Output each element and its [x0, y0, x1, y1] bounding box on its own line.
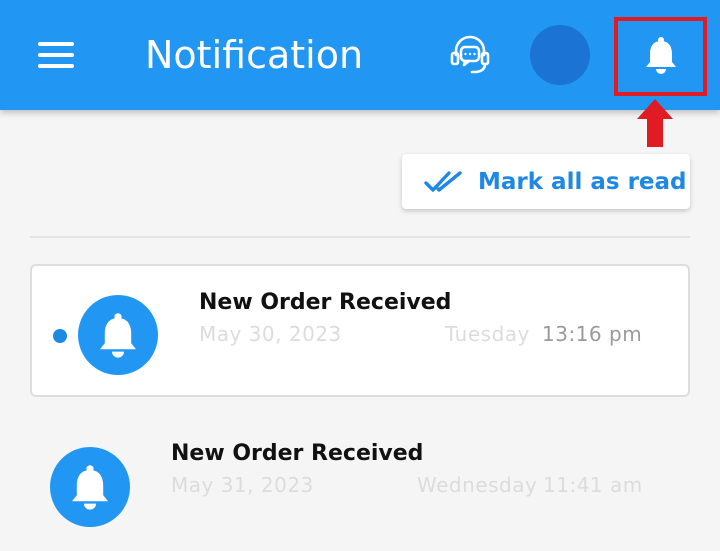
- notification-item[interactable]: New Order Received May 31, 2023 Wednesda…: [30, 415, 690, 548]
- notification-title: New Order Received: [171, 441, 424, 466]
- mark-all-read-button[interactable]: Mark all as read: [402, 154, 690, 209]
- menu-line: [38, 42, 74, 46]
- menu-line: [38, 64, 74, 68]
- avatar[interactable]: [530, 25, 590, 85]
- support-headset-icon[interactable]: [448, 33, 492, 77]
- unread-indicator: [53, 329, 67, 343]
- arrow-up-icon: [637, 99, 673, 147]
- menu-icon[interactable]: [36, 38, 76, 72]
- notification-time: 13:16 pm: [542, 322, 643, 346]
- notification-time: 11:41 am: [543, 473, 643, 497]
- mark-all-read-label: Mark all as read: [478, 168, 687, 195]
- page-title: Notification: [145, 33, 364, 77]
- notification-title: New Order Received: [199, 290, 452, 315]
- notification-day: Tuesday: [445, 322, 530, 346]
- app-bar: Notification: [0, 0, 720, 110]
- notification-item[interactable]: New Order Received May 30, 2023 Tuesday …: [30, 264, 690, 397]
- bell-icon: [72, 465, 108, 510]
- bell-icon: [100, 313, 136, 358]
- divider: [30, 236, 690, 238]
- menu-line: [38, 53, 74, 57]
- notification-day: Wednesday: [417, 473, 538, 497]
- double-check-icon: [424, 170, 462, 192]
- notification-date: May 31, 2023: [171, 473, 314, 497]
- notification-avatar: [78, 295, 158, 375]
- notification-date: May 30, 2023: [199, 322, 342, 346]
- notification-avatar: [50, 447, 130, 527]
- bell-icon: [646, 37, 676, 74]
- notification-bell-button[interactable]: [614, 17, 707, 96]
